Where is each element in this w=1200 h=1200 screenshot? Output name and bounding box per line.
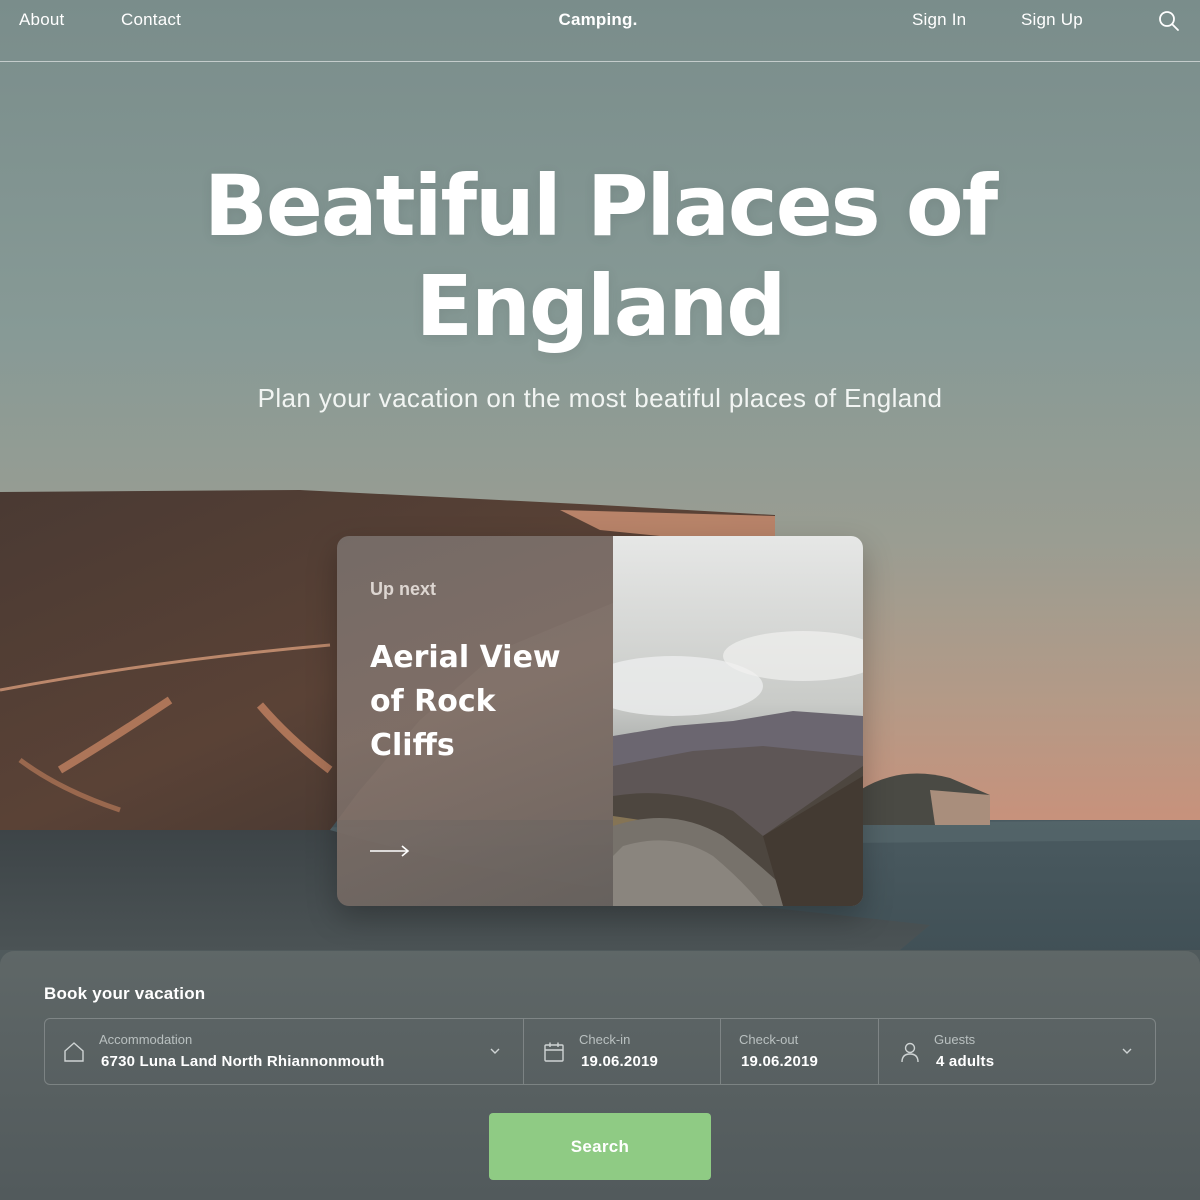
top-navigation: About Contact Camping. Sign In Sign Up xyxy=(0,0,1200,62)
card-title: Aerial View of Rock Cliffs xyxy=(370,636,590,768)
chevron-down-icon[interactable] xyxy=(1122,1047,1132,1055)
sign-in-link[interactable]: Sign In xyxy=(912,10,966,30)
home-icon xyxy=(64,1042,84,1062)
calendar-icon xyxy=(544,1042,564,1062)
card-title-line1: Aerial View xyxy=(370,640,561,675)
hero-title-line2: England xyxy=(415,257,787,355)
check-out-label: Check-out xyxy=(739,1032,799,1047)
user-icon xyxy=(901,1042,919,1063)
guests-label: Guests xyxy=(934,1032,976,1047)
check-in-field[interactable]: Check-in 19.06.2019 xyxy=(523,1019,720,1084)
accommodation-select[interactable]: Accommodation 6730 Luna Land North Rhian… xyxy=(45,1019,523,1084)
arrow-right-icon[interactable] xyxy=(370,844,410,858)
hero-title-line1: Beatiful Places of xyxy=(203,157,998,255)
booking-fields: Accommodation 6730 Luna Land North Rhian… xyxy=(44,1018,1156,1085)
card-eyebrow: Up next xyxy=(370,579,437,599)
brand-logo[interactable]: Camping. xyxy=(0,10,1196,30)
up-next-card[interactable]: Up next Aerial View of Rock Cliffs xyxy=(337,536,863,906)
search-icon[interactable] xyxy=(1158,10,1180,32)
booking-panel: Book your vacation Accommodation 6730 Lu… xyxy=(0,951,1200,1200)
check-out-value: 19.06.2019 xyxy=(741,1053,819,1070)
check-in-label: Check-in xyxy=(579,1032,631,1047)
accommodation-label: Accommodation xyxy=(99,1032,193,1047)
card-title-line3: Cliffs xyxy=(370,728,455,763)
booking-title: Book your vacation xyxy=(44,984,206,1003)
hero-title: Beatiful Places of England xyxy=(0,156,1200,356)
guests-select[interactable]: Guests 4 adults xyxy=(878,1019,1155,1084)
sign-up-link[interactable]: Sign Up xyxy=(1021,10,1083,30)
search-button[interactable]: Search xyxy=(489,1113,711,1180)
guests-value: 4 adults xyxy=(936,1053,995,1070)
card-title-line2: of Rock xyxy=(370,684,496,719)
accommodation-value: 6730 Luna Land North Rhiannonmouth xyxy=(101,1053,385,1070)
check-in-value: 19.06.2019 xyxy=(581,1053,659,1070)
check-out-field[interactable]: Check-out 19.06.2019 xyxy=(720,1019,878,1084)
hero-subtitle: Plan your vacation on the most beatiful … xyxy=(257,383,943,413)
chevron-down-icon[interactable] xyxy=(490,1047,500,1055)
card-text-panel: Up next Aerial View of Rock Cliffs xyxy=(337,536,613,906)
card-image xyxy=(613,536,863,906)
